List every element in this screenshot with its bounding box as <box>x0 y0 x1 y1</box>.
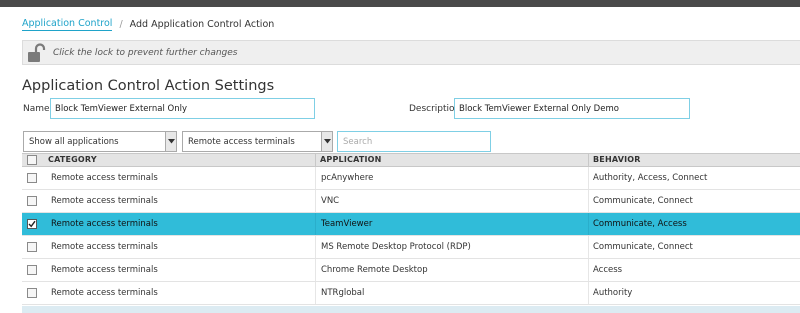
column-divider <box>315 190 316 212</box>
column-divider <box>315 213 316 235</box>
column-divider <box>588 213 589 235</box>
breadcrumb-current: Add Application Control Action <box>129 18 275 30</box>
lock-bar: Click the lock to prevent further change… <box>22 40 800 65</box>
behavior-cell: Communicate, Connect <box>593 196 693 206</box>
table-row[interactable]: Remote access terminals pcAnywhere Authori… <box>22 167 800 190</box>
category-cell: Remote access terminals <box>51 219 158 229</box>
column-divider <box>315 282 316 304</box>
category-cell: Remote access terminals <box>51 196 158 206</box>
behavior-cell: Authority <box>593 288 633 298</box>
show-applications-select-value: Show all applications <box>29 136 119 147</box>
behavior-cell: Communicate, Access <box>593 219 687 229</box>
row-checkbox[interactable] <box>27 288 37 298</box>
column-header-category[interactable]: CATEGORY <box>48 154 97 166</box>
section-title: Application Control Action Settings <box>22 78 275 94</box>
description-field[interactable] <box>454 98 690 119</box>
table-row[interactable]: Remote access terminals Chrome Remote Des… <box>22 259 800 282</box>
application-cell: TeamViewer <box>321 219 373 229</box>
category-cell: Remote access terminals <box>51 242 158 252</box>
applications-table: CATEGORY APPLICATION BEHAVIOR Remote acc… <box>22 153 800 305</box>
lock-hint-text: Click the lock to prevent further change… <box>53 47 238 58</box>
category-cell: Remote access terminals <box>51 265 158 275</box>
column-divider <box>315 236 316 258</box>
column-divider <box>315 259 316 281</box>
row-checkbox[interactable] <box>27 265 37 275</box>
description-label: Description <box>409 104 461 114</box>
application-cell: MS Remote Desktop Protocol (RDP) <box>321 242 471 252</box>
table-footer-strip <box>22 306 800 313</box>
column-divider <box>588 167 589 189</box>
select-all-checkbox[interactable] <box>27 155 37 165</box>
table-row[interactable]: Remote access terminals VNC Communicate, C… <box>22 190 800 213</box>
behavior-cell: Authority, Access, Connect <box>593 173 708 183</box>
search-input[interactable] <box>337 131 491 152</box>
row-checkbox[interactable] <box>27 173 37 183</box>
name-field[interactable] <box>50 98 315 119</box>
application-cell: Chrome Remote Desktop <box>321 265 428 275</box>
table-row[interactable]: Remote access terminals NTRglobal Authorit… <box>22 282 800 305</box>
column-divider <box>588 259 589 281</box>
category-select-value: Remote access terminals <box>188 136 295 147</box>
checkmark-icon <box>28 220 36 228</box>
breadcrumb-separator: / <box>119 18 123 30</box>
column-divider <box>588 190 589 212</box>
column-header-application[interactable]: APPLICATION <box>320 154 382 166</box>
chevron-down-icon[interactable] <box>321 132 332 151</box>
breadcrumb: Application Control / Add Application Co… <box>22 17 274 31</box>
behavior-cell: Access <box>593 265 623 275</box>
category-select[interactable]: Remote access terminals <box>182 131 333 152</box>
chevron-down-icon[interactable] <box>165 132 176 151</box>
name-label: Name <box>23 104 50 114</box>
application-cell: pcAnywhere <box>321 173 374 183</box>
category-cell: Remote access terminals <box>51 173 158 183</box>
column-divider <box>315 154 316 166</box>
row-checkbox[interactable] <box>27 219 37 229</box>
column-divider <box>588 236 589 258</box>
show-applications-select[interactable]: Show all applications <box>23 131 177 152</box>
category-cell: Remote access terminals <box>51 288 158 298</box>
unlocked-padlock-icon[interactable] <box>26 42 50 64</box>
row-checkbox[interactable] <box>27 196 37 206</box>
behavior-cell: Communicate, Connect <box>593 242 693 252</box>
column-divider <box>588 154 589 166</box>
table-row[interactable]: Remote access terminals TeamViewer Communi… <box>22 213 800 236</box>
column-divider <box>315 167 316 189</box>
row-checkbox[interactable] <box>27 242 37 252</box>
application-cell: NTRglobal <box>321 288 365 298</box>
breadcrumb-link-application-control[interactable]: Application Control <box>22 18 113 31</box>
table-row[interactable]: Remote access terminals MS Remote Desktop… <box>22 236 800 259</box>
application-cell: VNC <box>321 196 340 206</box>
column-divider <box>588 282 589 304</box>
top-bar <box>0 0 800 7</box>
table-header: CATEGORY APPLICATION BEHAVIOR <box>22 153 800 167</box>
column-header-behavior[interactable]: BEHAVIOR <box>593 154 641 166</box>
